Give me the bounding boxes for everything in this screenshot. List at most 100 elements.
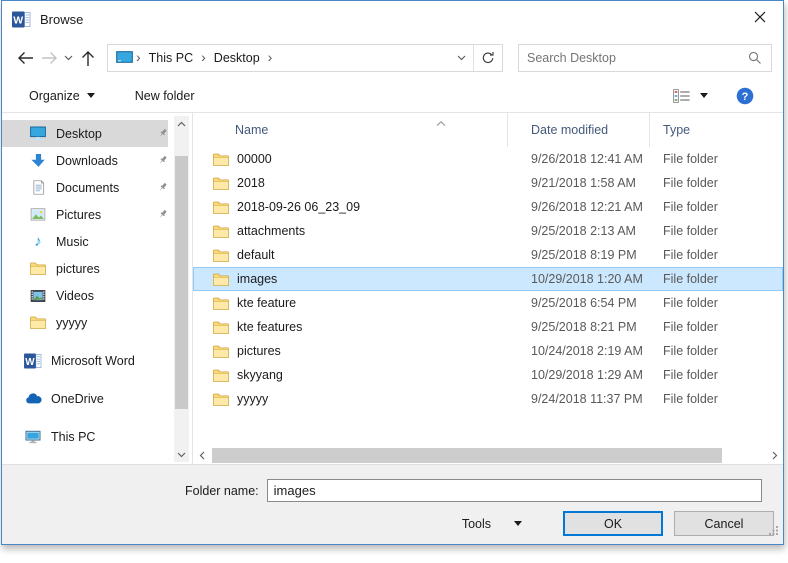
file-row-yyyyy[interactable]: yyyyy9/24/2018 11:37 PMFile folder xyxy=(193,387,783,411)
file-type: File folder xyxy=(650,368,783,382)
scroll-down-icon[interactable] xyxy=(174,447,189,462)
sidebar-item-videos[interactable]: Videos xyxy=(2,282,168,309)
scroll-up-icon[interactable] xyxy=(174,116,189,131)
forward-button[interactable] xyxy=(37,45,61,71)
desktop-icon xyxy=(29,126,47,141)
sidebar-item-this-pc[interactable]: This PC xyxy=(2,423,168,450)
file-row-attachments[interactable]: attachments9/25/2018 2:13 AMFile folder xyxy=(193,219,783,243)
search-input[interactable] xyxy=(519,51,748,65)
sidebar-item-label: Music xyxy=(56,235,89,249)
column-header-name[interactable]: Name xyxy=(193,113,508,147)
resize-grip-icon[interactable] xyxy=(769,522,779,540)
sidebar-item-documents[interactable]: Documents xyxy=(2,174,168,201)
tools-button[interactable]: Tools xyxy=(462,517,522,531)
back-arrow-icon xyxy=(17,51,34,65)
up-button[interactable] xyxy=(76,45,100,71)
cancel-button[interactable]: Cancel xyxy=(674,511,774,536)
navigation-bar: › This PC › Desktop › xyxy=(2,37,783,79)
folder-icon xyxy=(213,249,229,262)
browse-dialog: W Browse xyxy=(1,0,784,545)
file-row-skyyang[interactable]: skyyang10/29/2018 1:29 AMFile folder xyxy=(193,363,783,387)
horizontal-scrollbar-track[interactable] xyxy=(210,447,766,464)
sidebar-item-onedrive[interactable]: OneDrive xyxy=(2,385,168,412)
close-button[interactable] xyxy=(737,1,783,33)
sidebar-item-desktop[interactable]: Desktop xyxy=(2,120,168,147)
horizontal-scrollbar-thumb[interactable] xyxy=(212,448,722,463)
address-bar[interactable]: › This PC › Desktop › xyxy=(107,44,503,72)
organize-button[interactable]: Organize xyxy=(29,89,95,103)
navigation-pane: DesktopDownloads Documents Pictures ♪Musicp… xyxy=(2,113,192,464)
scroll-left-icon[interactable] xyxy=(193,447,210,464)
horizontal-scrollbar[interactable] xyxy=(193,447,783,464)
sidebar-item-pictures[interactable]: pictures xyxy=(2,255,168,282)
pin-icon[interactable] xyxy=(157,155,168,166)
file-row-pictures[interactable]: pictures10/24/2018 2:19 AMFile folder xyxy=(193,339,783,363)
file-date-modified: 9/25/2018 6:54 PM xyxy=(508,296,650,310)
file-type: File folder xyxy=(650,272,783,286)
pin-icon[interactable] xyxy=(157,128,168,139)
command-toolbar: Organize New folder xyxy=(2,79,783,113)
file-name-cell: pictures xyxy=(193,344,508,358)
pin-icon[interactable] xyxy=(157,182,168,193)
file-date-modified: 9/26/2018 12:41 AM xyxy=(508,152,650,166)
close-icon xyxy=(754,11,766,23)
sidebar-item-music[interactable]: ♪Music xyxy=(2,228,168,255)
column-header-date-modified[interactable]: Date modified xyxy=(508,113,650,147)
file-type: File folder xyxy=(650,152,783,166)
address-dropdown-button[interactable] xyxy=(449,45,473,71)
pin-icon[interactable] xyxy=(157,209,168,220)
folder-name-input[interactable] xyxy=(267,479,762,502)
sidebar-list: DesktopDownloads Documents Pictures ♪Musicp… xyxy=(2,120,192,450)
file-date-modified: 9/25/2018 8:21 PM xyxy=(508,320,650,334)
help-button[interactable]: ? xyxy=(736,87,754,105)
sidebar-item-pictures[interactable]: Pictures xyxy=(2,201,168,228)
refresh-button[interactable] xyxy=(474,45,502,71)
breadcrumb-this-pc[interactable]: This PC xyxy=(142,51,200,65)
back-button[interactable] xyxy=(13,45,37,71)
file-row-kte-features[interactable]: kte features9/25/2018 8:21 PMFile folder xyxy=(193,315,783,339)
folder-icon xyxy=(213,273,229,286)
sidebar-item-yyyyy[interactable]: yyyyy xyxy=(2,309,168,336)
sidebar-item-microsoft-word[interactable]: WMicrosoft Word xyxy=(2,347,168,374)
file-name: pictures xyxy=(237,344,281,358)
file-row-2018[interactable]: 20189/21/2018 1:58 AMFile folder xyxy=(193,171,783,195)
breadcrumb-desktop[interactable]: Desktop xyxy=(207,51,267,65)
file-name: 2018 xyxy=(237,176,265,190)
organize-label: Organize xyxy=(29,89,80,103)
file-name: default xyxy=(237,248,275,262)
ok-button[interactable]: OK xyxy=(563,511,663,536)
new-folder-label: New folder xyxy=(135,89,195,103)
new-folder-button[interactable]: New folder xyxy=(135,89,195,103)
scroll-right-icon[interactable] xyxy=(766,447,783,464)
file-name: yyyyy xyxy=(237,392,268,406)
file-date-modified: 9/25/2018 2:13 AM xyxy=(508,224,650,238)
refresh-icon xyxy=(481,51,495,65)
folder-icon xyxy=(213,225,229,238)
column-header-type[interactable]: Type xyxy=(650,113,783,147)
sidebar-item-downloads[interactable]: Downloads xyxy=(2,147,168,174)
documents-icon xyxy=(29,180,47,195)
recent-locations-button[interactable] xyxy=(61,45,76,71)
details-view-icon xyxy=(673,89,691,103)
file-type: File folder xyxy=(650,176,783,190)
change-view-button[interactable] xyxy=(673,89,708,103)
file-row-kte-feature[interactable]: kte feature9/25/2018 6:54 PMFile folder xyxy=(193,291,783,315)
dialog-footer: Folder name: Tools OK Cancel xyxy=(2,464,783,544)
file-row-default[interactable]: default9/25/2018 8:19 PMFile folder xyxy=(193,243,783,267)
file-row-00000[interactable]: 000009/26/2018 12:41 AMFile folder xyxy=(193,147,783,171)
sidebar-item-label: Documents xyxy=(56,181,119,195)
pictures-icon xyxy=(29,208,47,221)
sidebar-scrollbar-thumb[interactable] xyxy=(175,156,188,409)
file-row-images[interactable]: images10/29/2018 1:20 AMFile folder xyxy=(193,267,783,291)
sidebar-scrollbar[interactable] xyxy=(174,116,189,462)
sidebar-item-label: Pictures xyxy=(56,208,101,222)
file-row-2018-09-26-06-23-09[interactable]: 2018-09-26 06_23_099/26/2018 12:21 AMFil… xyxy=(193,195,783,219)
file-name-cell: skyyang xyxy=(193,368,508,382)
folder-icon xyxy=(213,153,229,166)
folder-icon xyxy=(29,262,47,275)
file-date-modified: 10/24/2018 2:19 AM xyxy=(508,344,650,358)
file-name-cell: default xyxy=(193,248,508,262)
caret-down-icon xyxy=(700,93,708,98)
svg-text:?: ? xyxy=(742,91,749,103)
folder-icon xyxy=(213,369,229,382)
